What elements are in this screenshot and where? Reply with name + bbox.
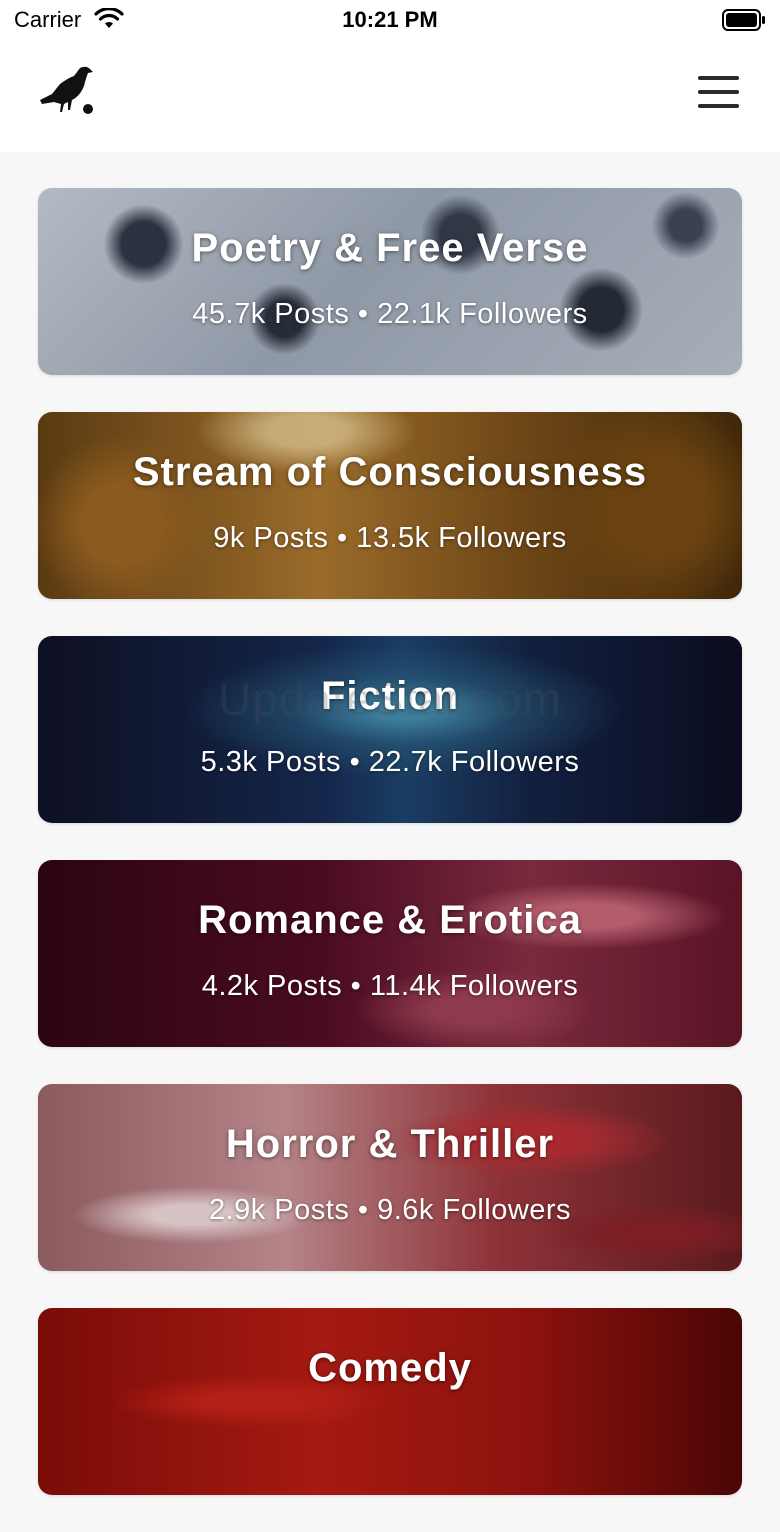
category-title: Romance & Erotica	[198, 898, 582, 942]
category-title: Stream of Consciousness	[132, 450, 648, 494]
category-list: Poetry & Free Verse 45.7k Posts • 22.1k …	[38, 188, 742, 1532]
category-title: Poetry & Free Verse	[191, 226, 589, 270]
category-card-romance[interactable]: Romance & Erotica 4.2k Posts • 11.4k Fol…	[38, 860, 742, 1047]
hamburger-menu-icon	[698, 76, 739, 80]
category-stats: 5.3k Posts • 22.7k Followers	[200, 746, 580, 778]
category-stats: 45.7k Posts • 22.1k Followers	[192, 298, 588, 330]
menu-button[interactable]	[694, 76, 744, 116]
status-bar: Carrier 10:21 PM	[0, 0, 780, 40]
category-card-stream-of-consciousness[interactable]: Stream of Consciousness 9k Posts • 13.5k…	[38, 412, 742, 599]
category-card-comedy[interactable]: Comedy	[38, 1308, 742, 1495]
category-title: Comedy	[308, 1346, 472, 1390]
category-stats: 4.2k Posts • 11.4k Followers	[201, 970, 579, 1002]
category-card-poetry[interactable]: Poetry & Free Verse 45.7k Posts • 22.1k …	[38, 188, 742, 375]
battery-icon	[722, 9, 766, 36]
category-stats: 9k Posts • 13.5k Followers	[213, 522, 567, 554]
category-title: Fiction	[320, 674, 460, 718]
nav-bar	[0, 40, 780, 152]
status-time: 10:21 PM	[342, 7, 438, 32]
category-stats: 2.9k Posts • 9.6k Followers	[208, 1194, 572, 1226]
crow-logo-icon[interactable]	[38, 64, 96, 121]
category-card-fiction[interactable]: Fiction 5.3k Posts • 22.7k Followers	[38, 636, 742, 823]
category-card-horror[interactable]: Horror & Thriller 2.9k Posts • 9.6k Foll…	[38, 1084, 742, 1271]
category-title: Horror & Thriller	[225, 1122, 555, 1166]
